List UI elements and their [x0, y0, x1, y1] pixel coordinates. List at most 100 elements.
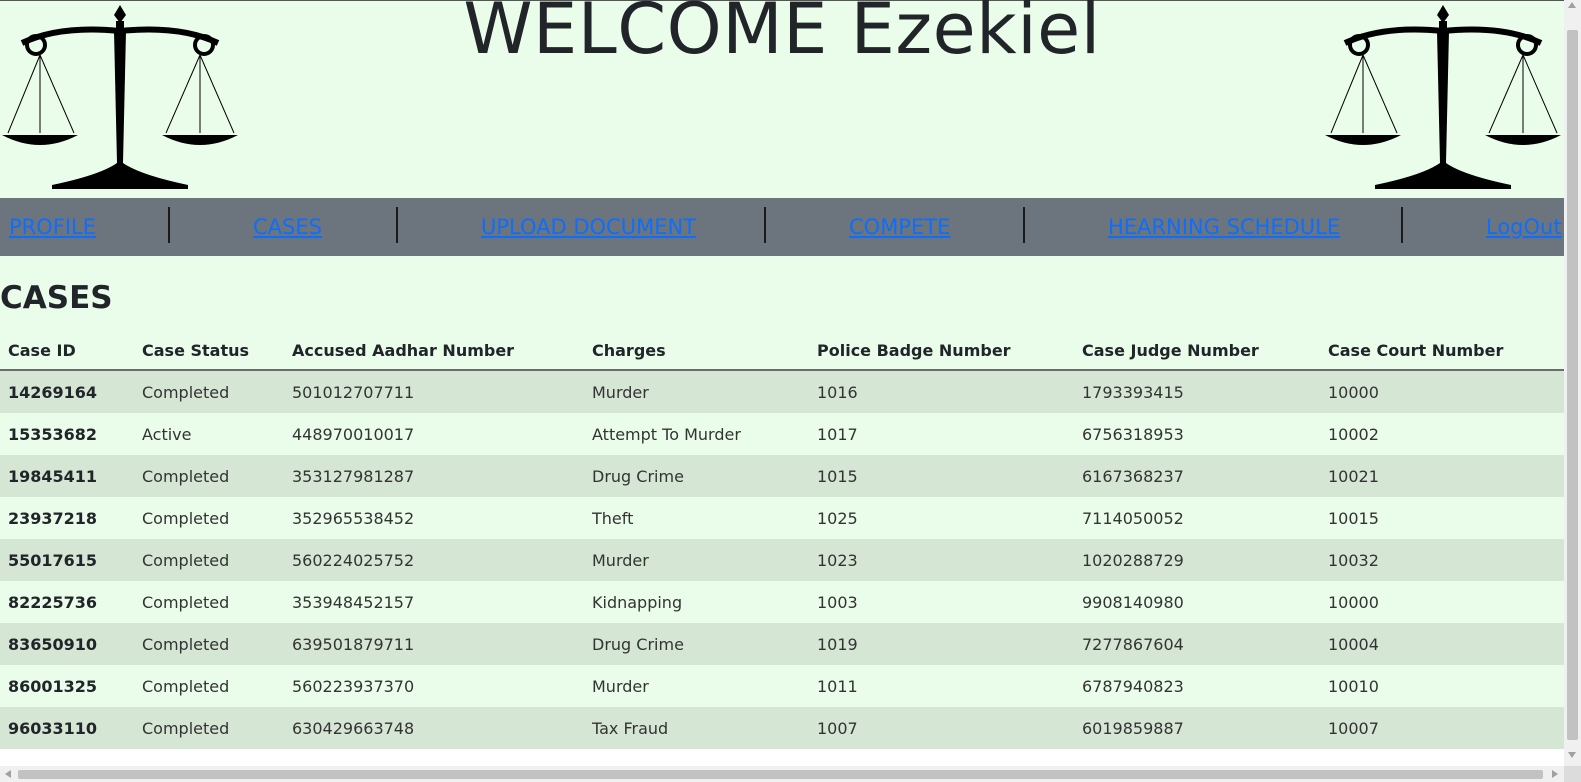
cell-charges: Tax Fraud	[584, 707, 809, 749]
cell-judge: 6756318953	[1074, 413, 1320, 455]
cell-case-status: Completed	[134, 623, 284, 665]
cell-case-id: 19845411	[0, 455, 134, 497]
table-row: 14269164 Completed 501012707711 Murder 1016 1…	[0, 370, 1564, 413]
scrollbar-thumb[interactable]	[1567, 30, 1578, 740]
section-title: CASES	[0, 280, 113, 316]
cell-case-status: Completed	[134, 665, 284, 707]
cell-judge: 7277867604	[1074, 623, 1320, 665]
cell-judge: 9908140980	[1074, 581, 1320, 623]
nav-link-cases[interactable]: CASES	[253, 198, 322, 256]
cell-badge: 1017	[809, 413, 1074, 455]
table-row: 15353682 Active 448970010017 Attempt To Mur…	[0, 413, 1564, 455]
cell-court: 10000	[1320, 370, 1564, 413]
cell-charges: Kidnapping	[584, 581, 809, 623]
cell-case-id: 83650910	[0, 623, 134, 665]
cell-judge: 1020288729	[1074, 539, 1320, 581]
cell-charges: Murder	[584, 665, 809, 707]
nav-link-profile[interactable]: PROFILE	[9, 198, 96, 256]
nav-link-compete[interactable]: COMPETE	[849, 198, 950, 256]
cell-charges: Murder	[584, 539, 809, 581]
table-header: Case ID Case Status Accused Aadhar Numbe…	[0, 331, 1564, 371]
cell-judge: 6787940823	[1074, 665, 1320, 707]
cell-case-id: 86001325	[0, 665, 134, 707]
cell-aadhar: 560223937370	[284, 665, 584, 707]
navbar: PROFILE CASES UPLOAD DOCUMENT COMPETE HE…	[0, 198, 1564, 256]
nav-divider	[1023, 207, 1025, 243]
page: WELCOME Ezekiel PROFILE CASES UPLOAD DOC…	[0, 0, 1564, 749]
cell-court: 10010	[1320, 665, 1564, 707]
cell-badge: 1015	[809, 455, 1074, 497]
column-header-court: Case Court Number	[1320, 331, 1564, 371]
cell-badge: 1023	[809, 539, 1074, 581]
scroll-right-icon[interactable]	[1552, 770, 1558, 778]
column-header-badge: Police Badge Number	[809, 331, 1074, 371]
cell-case-id: 96033110	[0, 707, 134, 749]
table-body: 14269164 Completed 501012707711 Murder 1016 1…	[0, 370, 1564, 749]
cell-aadhar: 501012707711	[284, 370, 584, 413]
table-row: 23937218 Completed 352965538452 Theft 1025 71…	[0, 497, 1564, 539]
nav-divider	[396, 207, 398, 243]
header: WELCOME Ezekiel	[0, 0, 1564, 198]
table-row: 96033110 Completed 630429663748 Tax Fraud 10…	[0, 707, 1564, 749]
column-header-judge: Case Judge Number	[1074, 331, 1320, 371]
cell-charges: Theft	[584, 497, 809, 539]
cell-badge: 1003	[809, 581, 1074, 623]
cell-badge: 1007	[809, 707, 1074, 749]
nav-divider	[1401, 207, 1403, 243]
cell-badge: 1025	[809, 497, 1074, 539]
vertical-scrollbar[interactable]	[1564, 0, 1581, 766]
cell-charges: Attempt To Murder	[584, 413, 809, 455]
cell-aadhar: 448970010017	[284, 413, 584, 455]
column-header-charges: Charges	[584, 331, 809, 371]
cell-court: 10032	[1320, 539, 1564, 581]
cell-badge: 1019	[809, 623, 1074, 665]
cell-case-id: 55017615	[0, 539, 134, 581]
cell-court: 10007	[1320, 707, 1564, 749]
cell-judge: 7114050052	[1074, 497, 1320, 539]
cell-court: 10002	[1320, 413, 1564, 455]
table-row: 86001325 Completed 560223937370 Murder 1011 6…	[0, 665, 1564, 707]
cell-charges: Drug Crime	[584, 455, 809, 497]
cell-case-status: Completed	[134, 707, 284, 749]
scroll-left-icon[interactable]	[5, 770, 11, 778]
cell-court: 10021	[1320, 455, 1564, 497]
cell-case-status: Completed	[134, 455, 284, 497]
cell-case-status: Completed	[134, 370, 284, 413]
table-header-row: Case ID Case Status Accused Aadhar Numbe…	[0, 331, 1564, 371]
horizontal-scrollbar[interactable]	[0, 766, 1564, 782]
cell-case-id: 15353682	[0, 413, 134, 455]
cases-table: Case ID Case Status Accused Aadhar Numbe…	[0, 331, 1564, 749]
column-header-case-id: Case ID	[0, 331, 134, 371]
cell-judge: 6019859887	[1074, 707, 1320, 749]
scrollbar-thumb[interactable]	[18, 770, 1543, 779]
cell-aadhar: 353948452157	[284, 581, 584, 623]
cell-judge: 1793393415	[1074, 370, 1320, 413]
nav-link-logout[interactable]: LogOut	[1486, 198, 1562, 256]
cell-aadhar: 560224025752	[284, 539, 584, 581]
table-row: 19845411 Completed 353127981287 Drug Crime 1…	[0, 455, 1564, 497]
cell-case-id: 14269164	[0, 370, 134, 413]
nav-divider	[168, 207, 170, 243]
cell-case-status: Completed	[134, 497, 284, 539]
nav-link-hearing-schedule[interactable]: HEARNING SCHEDULE	[1108, 198, 1340, 256]
table-row: 55017615 Completed 560224025752 Murder 1023 1…	[0, 539, 1564, 581]
nav-link-upload-document[interactable]: UPLOAD DOCUMENT	[481, 198, 696, 256]
cell-badge: 1016	[809, 370, 1074, 413]
cell-case-id: 23937218	[0, 497, 134, 539]
cell-case-status: Active	[134, 413, 284, 455]
cell-aadhar: 353127981287	[284, 455, 584, 497]
cell-aadhar: 630429663748	[284, 707, 584, 749]
scales-of-justice-icon	[1325, 5, 1561, 189]
cell-aadhar: 639501879711	[284, 623, 584, 665]
cell-court: 10004	[1320, 623, 1564, 665]
cell-case-status: Completed	[134, 539, 284, 581]
cell-badge: 1011	[809, 665, 1074, 707]
cell-court: 10000	[1320, 581, 1564, 623]
scroll-down-icon[interactable]	[1568, 752, 1576, 758]
column-header-case-status: Case Status	[134, 331, 284, 371]
table-row: 83650910 Completed 639501879711 Drug Crime 1…	[0, 623, 1564, 665]
cell-aadhar: 352965538452	[284, 497, 584, 539]
scroll-up-icon[interactable]	[1568, 2, 1576, 8]
scrollbar-corner	[1564, 766, 1581, 782]
cell-judge: 6167368237	[1074, 455, 1320, 497]
